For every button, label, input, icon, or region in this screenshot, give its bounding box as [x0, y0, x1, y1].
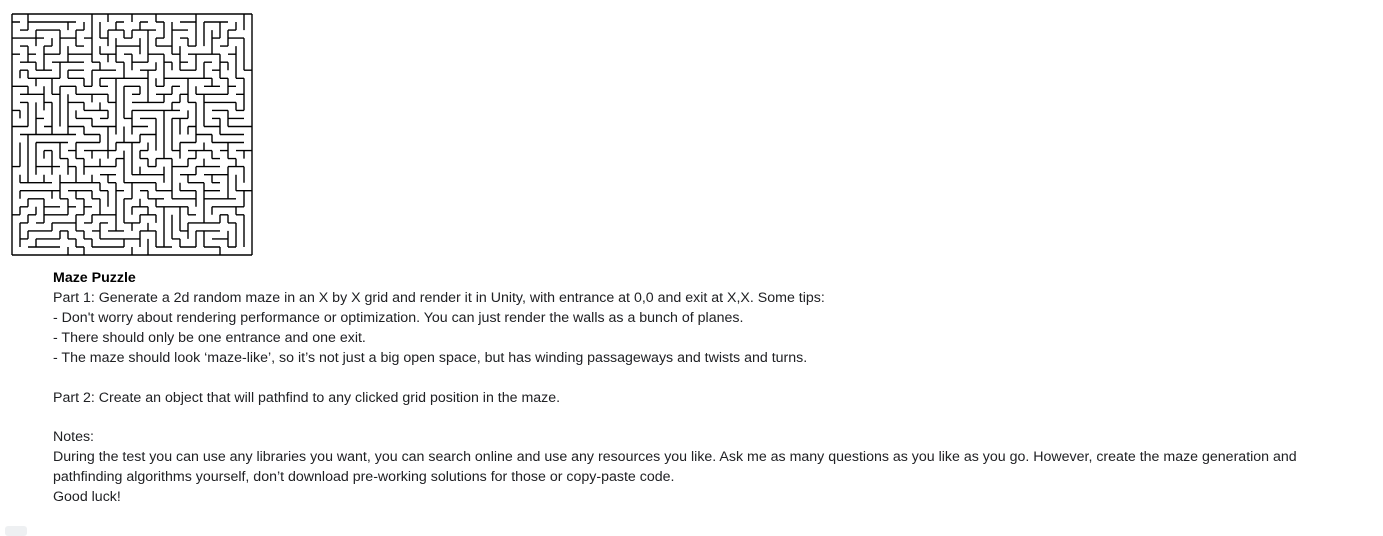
- part1-tip: - Don't worry about rendering performanc…: [53, 310, 744, 326]
- closing-text: Good luck!: [53, 489, 121, 505]
- notes-body: During the test you can use any librarie…: [53, 449, 1297, 485]
- document-body: Maze Puzzle Part 1: Generate a 2d random…: [53, 268, 1363, 507]
- part1-intro: Part 1: Generate a 2d random maze in an …: [53, 290, 825, 306]
- part1-tip: - There should only be one entrance and …: [53, 330, 366, 346]
- maze-walls: [11, 13, 253, 256]
- page-corner-widget: [5, 526, 27, 536]
- part1-tip: - The maze should look ‘maze-like’, so i…: [53, 350, 808, 366]
- maze-svg: [11, 13, 253, 256]
- notes-heading: Notes:: [53, 429, 95, 445]
- document-title: Maze Puzzle: [53, 270, 136, 286]
- maze-image: [11, 13, 253, 256]
- part2-text: Part 2: Create an object that will pathf…: [53, 389, 561, 406]
